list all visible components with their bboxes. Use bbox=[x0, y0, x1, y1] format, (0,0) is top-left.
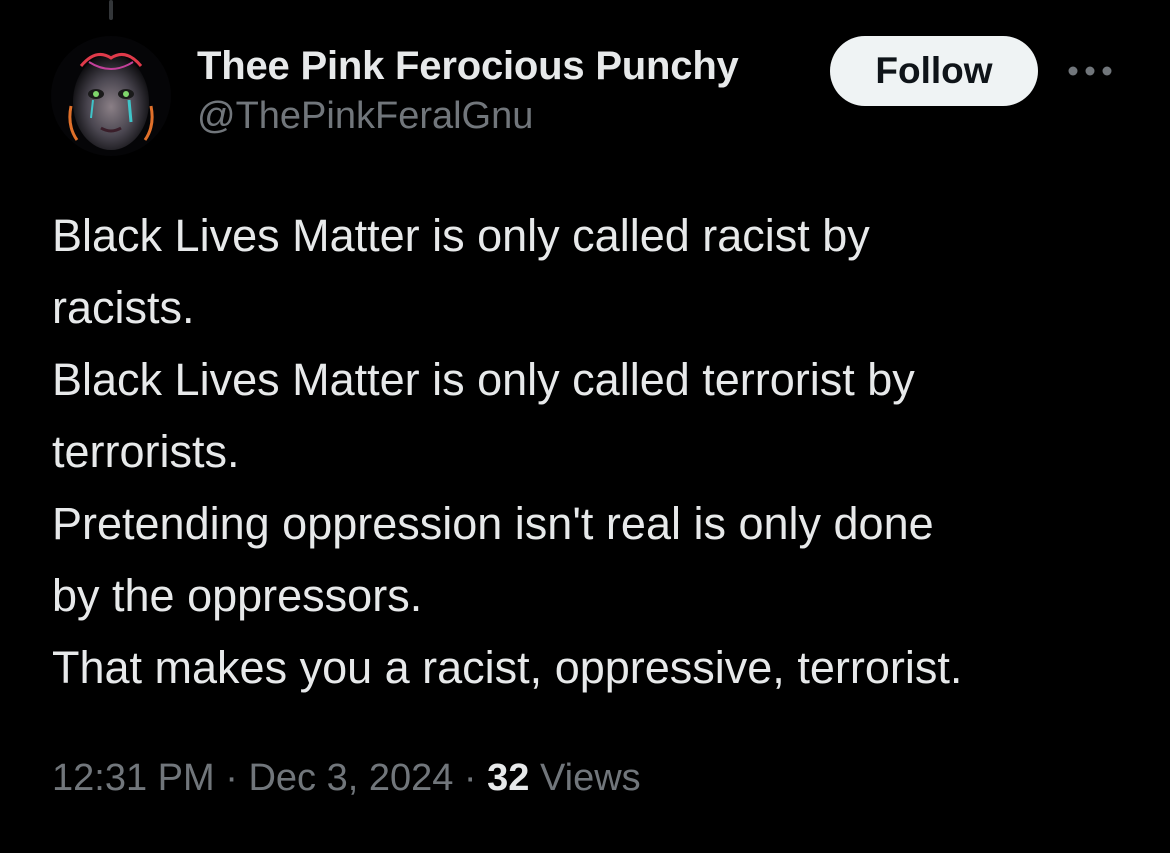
tweet-line: That makes you a racist, oppressive, ter… bbox=[52, 642, 963, 693]
follow-button[interactable]: Follow bbox=[830, 36, 1038, 106]
thread-connector-line bbox=[109, 0, 113, 20]
tweet-date[interactable]: Dec 3, 2024 bbox=[248, 757, 453, 799]
author-avatar[interactable] bbox=[51, 36, 171, 156]
profile-avatar-image bbox=[51, 36, 171, 156]
more-options-button[interactable] bbox=[1064, 56, 1116, 86]
tweet-time[interactable]: 12:31 PM bbox=[52, 757, 215, 799]
more-dots-icon bbox=[1068, 66, 1112, 76]
views-label: Views bbox=[539, 757, 641, 799]
tweet-line: racists. bbox=[52, 282, 195, 333]
tweet-metadata: 12:31 PM · Dec 3, 2024 · 32 Views bbox=[52, 752, 641, 804]
meta-separator: · bbox=[463, 757, 477, 799]
author-handle[interactable]: @ThePinkFeralGnu bbox=[197, 92, 739, 140]
tweet-line: by the oppressors. bbox=[52, 570, 423, 621]
views-count: 32 bbox=[487, 757, 530, 799]
tweet-line: Black Lives Matter is only called terror… bbox=[52, 354, 915, 405]
tweet-text: Black Lives Matter is only called racist… bbox=[52, 200, 1152, 704]
tweet-line: Black Lives Matter is only called racist… bbox=[52, 210, 870, 261]
tweet-line: Pretending oppression isn't real is only… bbox=[52, 498, 934, 549]
meta-separator: · bbox=[225, 757, 238, 799]
author-name-block: Thee Pink Ferocious Punchy @ThePinkFeral… bbox=[197, 40, 739, 140]
author-display-name[interactable]: Thee Pink Ferocious Punchy bbox=[197, 40, 739, 92]
tweet-line: terrorists. bbox=[52, 426, 240, 477]
